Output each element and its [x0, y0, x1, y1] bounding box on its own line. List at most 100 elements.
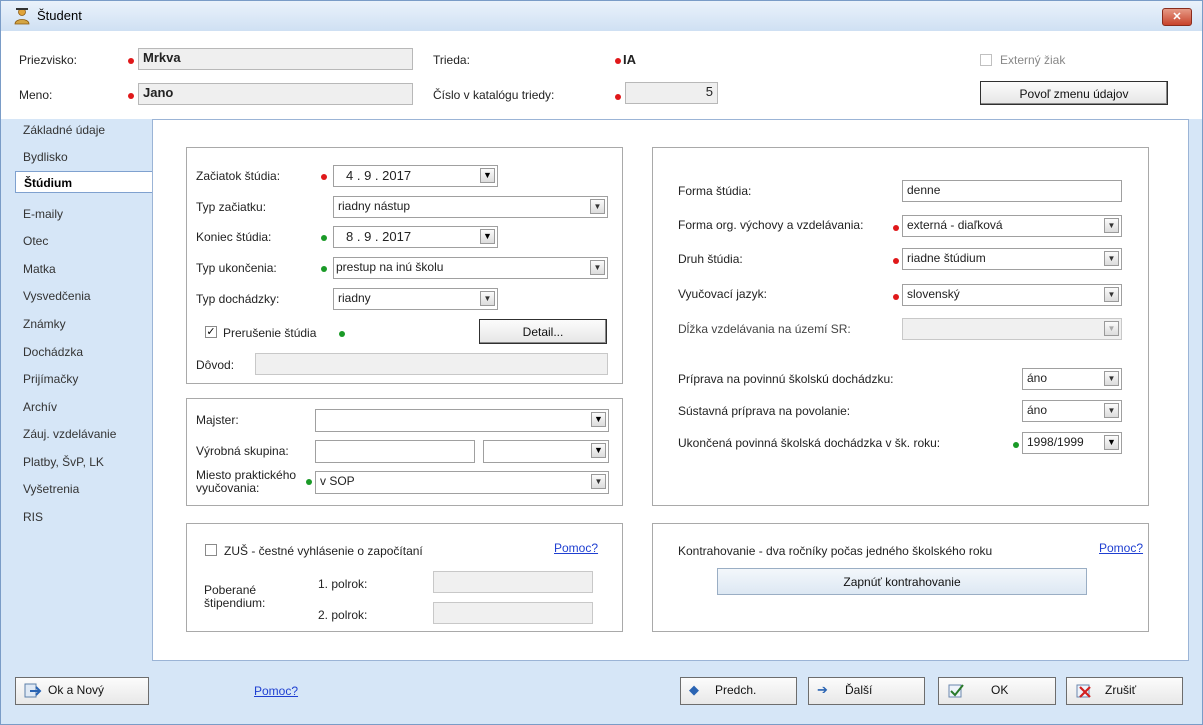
chevron-down-icon[interactable]: ▼ [591, 474, 606, 489]
kontrahovanie-help-link[interactable]: Pomoc? [1099, 541, 1143, 555]
optional-dot [1013, 442, 1019, 448]
chevron-down-icon[interactable]: ▼ [1104, 287, 1119, 302]
nav-item-dochadzka[interactable]: Dochádzka [15, 341, 153, 363]
student-icon [14, 8, 30, 25]
priezvisko-field[interactable]: Mrkva [138, 48, 413, 70]
prerusenie-checkbox[interactable]: ✓ [205, 326, 217, 338]
miesto-label-line-2: vyučovania: [196, 481, 260, 495]
zaciatok-date-picker[interactable]: 4 . 9 . 2017 ▼ [333, 165, 498, 187]
ok-a-novy-button[interactable]: Ok a Nový [15, 677, 149, 705]
miesto-value: v SOP [320, 474, 355, 488]
study-form-group: Forma štúdia: denne Forma org. výchovy a… [652, 147, 1149, 506]
chevron-down-icon[interactable]: ▼ [1104, 403, 1119, 418]
optional-dot [321, 266, 327, 272]
nav-item-zakladne-udaje[interactable]: Základné údaje [15, 119, 153, 141]
chevron-down-icon[interactable]: ▼ [480, 168, 495, 183]
chevron-down-icon[interactable]: ▼ [1104, 251, 1119, 266]
nav-item-prijimacky[interactable]: Prijímačky [15, 368, 153, 390]
nav-item-otec[interactable]: Otec [15, 230, 153, 252]
chevron-down-icon[interactable]: ▼ [480, 229, 495, 244]
zaciatok-date-value: 4 . 9 . 2017 [346, 168, 412, 183]
nav-item-vysvedcenia[interactable]: Vysvedčenia [15, 285, 153, 307]
zapnut-kontrahovanie-button[interactable]: Zapnúť kontrahovanie [717, 568, 1087, 595]
sustavna-label: Sústavná príprava na povolanie: [678, 404, 851, 418]
nav-item-zauj-vzdelavanie[interactable]: Záuj. vzdelávanie [15, 423, 153, 445]
chevron-down-icon[interactable]: ▼ [1104, 371, 1119, 386]
koniec-label: Koniec štúdia: [196, 230, 272, 244]
miesto-select[interactable]: v SOP ▼ [315, 471, 609, 494]
typ-dochadzky-value: riadny [338, 291, 371, 305]
chevron-down-icon[interactable]: ▼ [590, 260, 605, 275]
required-dot [615, 58, 621, 64]
dovod-field[interactable] [255, 353, 608, 375]
practice-group: Majster: ▼ Výrobná skupina: ▼ Miesto pra… [186, 398, 623, 506]
predch-button[interactable]: ◆ Predch. [680, 677, 797, 705]
priprava-label: Príprava na povinnú školskú dochádzku: [678, 372, 894, 386]
majster-select[interactable]: ▼ [315, 409, 609, 432]
meno-label: Meno: [19, 88, 53, 102]
priprava-value: áno [1027, 371, 1048, 385]
zrusit-label: Zrušiť [1105, 683, 1137, 697]
zrusit-button[interactable]: Zrušiť [1066, 677, 1183, 705]
jazyk-label: Vyučovací jazyk: [678, 287, 767, 301]
chevron-down-icon[interactable]: ▼ [591, 443, 606, 458]
typ-zaciatku-select[interactable]: riadny nástup ▼ [333, 196, 608, 218]
optional-dot [321, 235, 327, 241]
footer-help-link[interactable]: Pomoc? [254, 684, 298, 698]
chevron-down-icon[interactable]: ▼ [590, 199, 605, 214]
required-dot [893, 294, 899, 300]
nav-item-emaily[interactable]: E-maily [15, 203, 153, 225]
close-button[interactable]: ✕ [1162, 8, 1192, 26]
povol-zmenu-button[interactable]: Povoľ zmenu údajov [980, 81, 1168, 105]
nav-item-platby[interactable]: Platby, ŠvP, LK [15, 451, 153, 473]
chevron-down-icon[interactable]: ▼ [1104, 218, 1119, 233]
ok-button[interactable]: OK [938, 677, 1056, 705]
vyrobna-skupina-input[interactable] [315, 440, 475, 463]
nav-item-vysetrenia[interactable]: Vyšetrenia [15, 478, 153, 500]
required-dot [128, 93, 134, 99]
ukoncena-select[interactable]: 1998/1999 ▼ [1022, 432, 1122, 454]
polrok1-field[interactable] [433, 571, 593, 593]
chevron-down-icon[interactable]: ▼ [591, 412, 606, 427]
meno-field[interactable]: Jano [138, 83, 413, 105]
nav-item-studium[interactable]: Štúdium [15, 171, 153, 193]
zus-checkbox[interactable] [205, 544, 217, 556]
nav-item-znamky[interactable]: Známky [15, 313, 153, 335]
check-icon [948, 684, 964, 698]
stipendium-label-line-1: Poberané [204, 583, 257, 597]
sustavna-select[interactable]: áno ▼ [1022, 400, 1122, 422]
dlzka-label: Dĺžka vzdelávania na území SR: [678, 322, 851, 336]
vyrobna-skupina-select[interactable]: ▼ [483, 440, 609, 463]
jazyk-select[interactable]: slovenský ▼ [902, 284, 1122, 306]
zus-help-link[interactable]: Pomoc? [554, 541, 598, 555]
externy-checkbox[interactable] [980, 54, 992, 66]
druh-select[interactable]: riadne štúdium ▼ [902, 248, 1122, 270]
kontrahovanie-group: Kontrahovanie - dva ročníky počas jednéh… [652, 523, 1149, 632]
nav-item-ris[interactable]: RIS [15, 506, 153, 528]
chevron-down-icon[interactable]: ▼ [1104, 321, 1119, 336]
chevron-down-icon[interactable]: ▼ [1104, 435, 1119, 450]
jazyk-value: slovenský [907, 287, 960, 301]
dlzka-select[interactable]: ▼ [902, 318, 1122, 340]
ok-new-icon [24, 683, 42, 698]
nav-item-bydlisko[interactable]: Bydlisko [15, 146, 153, 168]
polrok2-field[interactable] [433, 602, 593, 624]
typ-zaciatku-value: riadny nástup [338, 199, 411, 213]
ukoncena-value: 1998/1999 [1027, 435, 1084, 449]
forma-org-select[interactable]: externá - diaľková ▼ [902, 215, 1122, 237]
nav-item-matka[interactable]: Matka [15, 258, 153, 280]
dalsi-button[interactable]: ➔ Ďalší [808, 677, 925, 705]
typ-ukoncenia-select[interactable]: prestup na inú školu ▼ [333, 257, 608, 279]
forma-input[interactable]: denne [902, 180, 1122, 202]
cislo-field[interactable]: 5 [625, 82, 718, 104]
typ-dochadzky-select[interactable]: riadny ▼ [333, 288, 498, 310]
optional-dot [339, 331, 345, 337]
koniec-date-value: 8 . 9 . 2017 [346, 229, 412, 244]
detail-button[interactable]: Detail... [479, 319, 607, 344]
nav-item-archiv[interactable]: Archív [15, 396, 153, 418]
title-bar[interactable]: Študent ✕ [1, 1, 1202, 31]
chevron-down-icon[interactable]: ▼ [480, 291, 495, 306]
koniec-date-picker[interactable]: 8 . 9 . 2017 ▼ [333, 226, 498, 248]
sidebar-nav: Základné údaje Bydlisko Štúdium E-maily … [15, 119, 153, 659]
priprava-select[interactable]: áno ▼ [1022, 368, 1122, 390]
